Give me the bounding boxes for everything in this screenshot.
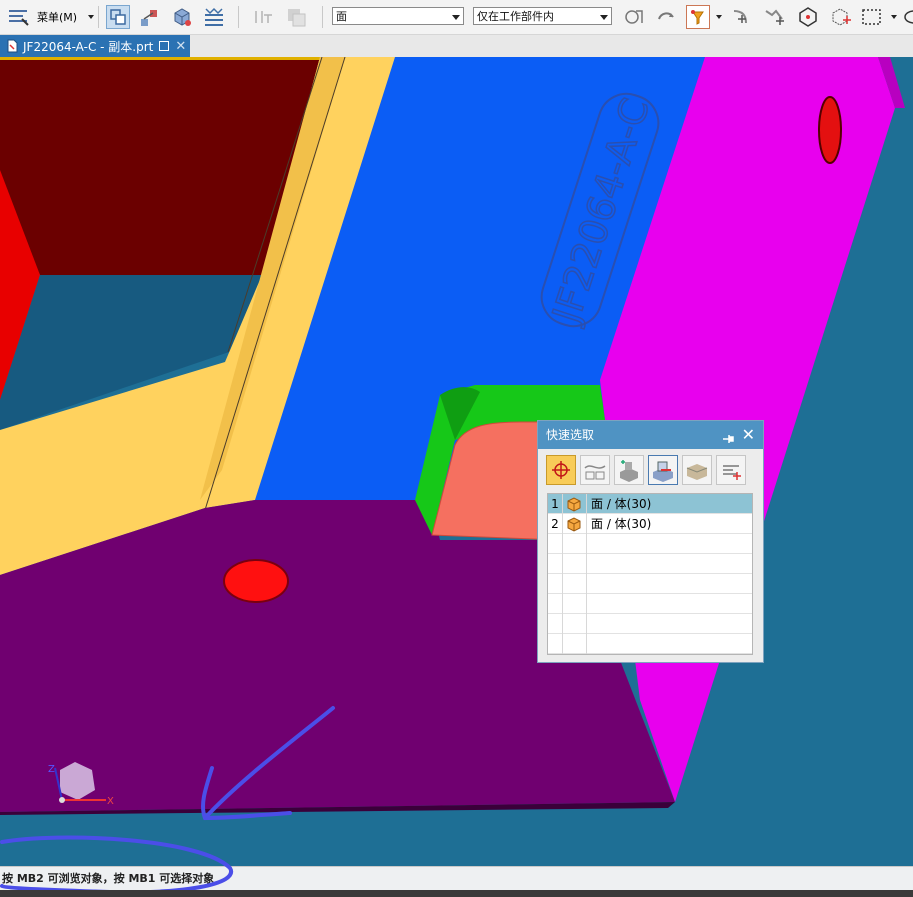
quick-pick-title: 快速选取 [546, 428, 595, 442]
feature-filter-icon[interactable] [716, 455, 746, 485]
top-toolbar: 菜单(M) 面 仅在工作部件内 [0, 0, 913, 35]
tab-title: JF22064-A-C - 副本.prt [23, 39, 154, 54]
snap-point-icon[interactable] [728, 5, 752, 29]
rectangle-select-icon[interactable] [860, 5, 884, 29]
menu-icon [8, 7, 30, 27]
reset-filter-icon[interactable] [654, 5, 678, 29]
close-icon[interactable]: ✕ [742, 421, 755, 449]
toolbar-separator [238, 6, 239, 28]
wireframe-cube-icon[interactable] [828, 5, 852, 29]
axis-z-label: Z [48, 764, 55, 775]
close-icon[interactable]: ✕ [175, 39, 186, 54]
scope-filter-value: 仅在工作部件内 [477, 10, 554, 23]
chevron-down-icon [88, 15, 94, 19]
dark-red-edge [0, 57, 322, 60]
list-item-empty [548, 594, 752, 614]
chevron-down-icon [600, 15, 608, 20]
pin-icon[interactable] [721, 428, 735, 443]
quick-pick-list[interactable]: 1 面 / 体(30) 2 面 / 体(30) [547, 493, 753, 655]
menu-button[interactable]: 菜单(M) [6, 4, 94, 30]
toolbar-separator [322, 6, 323, 28]
list-item-index: 1 [548, 494, 563, 514]
list-item-empty [548, 554, 752, 574]
hole-bottom[interactable] [223, 559, 289, 603]
type-filter-select[interactable]: 面 [332, 7, 464, 25]
list-item-empty [548, 534, 752, 554]
toolbar-separator [98, 6, 99, 28]
list-item-label: 面 / 体(30) [591, 517, 652, 531]
lasso-icon[interactable] [902, 5, 913, 29]
detach-icon[interactable] [159, 41, 170, 51]
list-item-label: 面 / 体(30) [591, 497, 652, 511]
chevron-down-icon[interactable] [716, 15, 722, 19]
snap-end-icon[interactable] [762, 5, 786, 29]
list-item-empty [548, 614, 752, 634]
tab-document[interactable]: JF22064-A-C - 副本.prt ✕ [0, 35, 190, 57]
cube-icon [562, 494, 587, 514]
part-file-icon [6, 39, 18, 53]
hole-top-right[interactable] [818, 96, 842, 164]
face-filter-icon[interactable] [648, 455, 678, 485]
model-view[interactable]: JF22064-A-C X Z [0, 57, 913, 866]
document-tab-bar: JF22064-A-C - 副本.prt ✕ [0, 35, 913, 57]
assembly-tree-icon[interactable] [284, 5, 308, 29]
taskbar-strip [0, 890, 913, 897]
graphics-window[interactable]: JF22064-A-C X Z [0, 57, 913, 866]
chevron-down-icon[interactable] [891, 15, 897, 19]
axis-x-label: X [107, 796, 114, 807]
cube-select-icon[interactable] [170, 5, 194, 29]
select-feature-icon[interactable] [106, 5, 130, 29]
quick-pick-dialog[interactable]: 快速选取 ✕ 1 面 / 体(30) 2 面 / 体(30) [537, 420, 764, 663]
chevron-down-icon [452, 15, 460, 20]
menu-label: 菜单(M) [37, 11, 78, 24]
curve-filter-icon[interactable] [580, 455, 610, 485]
hexagon-icon[interactable] [796, 5, 820, 29]
layers-icon[interactable] [202, 5, 226, 29]
list-item-empty [548, 574, 752, 594]
list-item[interactable]: 1 面 / 体(30) [548, 494, 752, 514]
filter-icon[interactable] [686, 5, 710, 29]
cube-icon [562, 514, 587, 534]
list-item[interactable]: 2 面 / 体(30) [548, 514, 752, 534]
quick-pick-titlebar[interactable]: 快速选取 ✕ [538, 421, 763, 449]
list-item-index: 2 [548, 514, 563, 534]
general-select-filter-icon[interactable] [622, 5, 646, 29]
list-item-empty [548, 634, 752, 654]
crosshair-icon[interactable] [546, 455, 576, 485]
assembly-navigator-icon[interactable] [138, 5, 162, 29]
annotation-circle [0, 835, 234, 895]
constraint-icon[interactable] [252, 5, 276, 29]
scope-filter-select[interactable]: 仅在工作部件内 [473, 7, 612, 25]
edge-filter-icon[interactable] [682, 455, 712, 485]
type-filter-value: 面 [336, 10, 347, 23]
body-filter-icon[interactable] [614, 455, 644, 485]
